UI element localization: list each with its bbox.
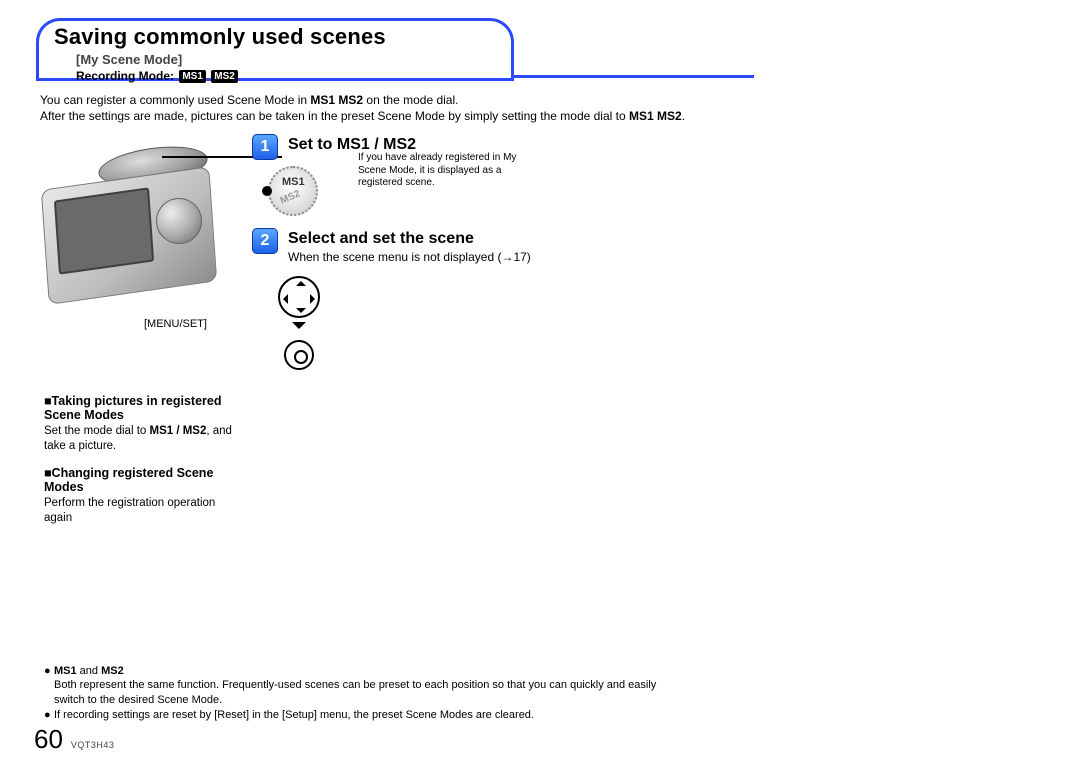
page-title: Saving commonly used scenes [54, 24, 496, 50]
dpad-down-icon [296, 308, 306, 318]
step-1-title-ms: MS1 / MS2 [337, 136, 416, 153]
note1-body: Both represent the same function. Freque… [54, 679, 656, 706]
taking-pictures-heading: ■Taking pictures in registered Scene Mod… [44, 394, 244, 422]
mode-dial-illustration: MS1 MS2 [268, 166, 318, 216]
taking-pictures-ms: MS1 / MS2 [149, 425, 206, 437]
camera-screen-icon [54, 188, 154, 275]
recording-mode-text: Recording Mode: [76, 69, 174, 83]
intro-line2: After the settings are made, pictures ca… [40, 109, 629, 123]
dpad-left-icon [278, 294, 288, 304]
step-1-title-a: Set to [288, 136, 337, 153]
ok-button-icon [284, 340, 314, 370]
mode-chip-ms2: MS2 [211, 70, 238, 83]
intro-paragraph: You can register a commonly used Scene M… [36, 92, 736, 124]
camera-illustration [36, 138, 236, 338]
left-notes-column: ■Taking pictures in registered Scene Mod… [44, 388, 244, 526]
note1-ms1: MS1 [54, 665, 77, 677]
step-2-badge: 2 [252, 228, 278, 254]
page-subtitle: [My Scene Mode] [54, 50, 496, 67]
step-1-badge: 1 [252, 134, 278, 160]
dpad-icon [278, 276, 320, 318]
page-footer: 60 VQT3H43 [34, 724, 114, 755]
bullet-icon: ● [44, 664, 54, 709]
intro-ms2: MS1 MS2 [629, 109, 682, 123]
note1-ms2: MS2 [101, 665, 124, 677]
changing-modes-heading: ■Changing registered Scene Modes [44, 466, 244, 494]
step-2: 2 Select and set the scene When the scen… [252, 228, 531, 264]
menu-set-label: [MENU/SET] [144, 318, 207, 330]
mode-dial-ms1-label: MS1 [282, 176, 305, 188]
navigation-pad-illustration [276, 276, 322, 370]
changing-modes-body: Perform the registration operation again [44, 496, 244, 526]
page-number: 60 [34, 724, 63, 755]
title-rule-extension [514, 75, 754, 78]
intro-line2-end: . [682, 109, 685, 123]
taking-pictures-body: Set the mode dial to MS1 / MS2, and take… [44, 424, 244, 454]
intro-line1a: You can register a commonly used Scene M… [40, 93, 310, 107]
intro-ms1: MS1 MS2 [310, 93, 363, 107]
arrow-down-icon [292, 322, 306, 336]
footer-notes: ● MS1 and MS2 Both represent the same fu… [44, 664, 684, 723]
recording-mode-label: Recording Mode: MS1 MS2 [54, 67, 496, 89]
dpad-right-icon [310, 294, 320, 304]
note1-and: and [77, 665, 101, 677]
bullet-icon: ● [44, 708, 54, 723]
note2-body: If recording settings are reset by [Rese… [54, 708, 684, 723]
step-2-title: Select and set the scene [288, 230, 531, 248]
taking-pictures-a: Set the mode dial to [44, 425, 149, 437]
step-2-subtext: When the scene menu is not displayed (→1… [288, 250, 531, 264]
step-1-note: If you have already registered in My Sce… [358, 152, 538, 190]
title-bar: Saving commonly used scenes [My Scene Mo… [36, 18, 736, 88]
document-code: VQT3H43 [71, 740, 115, 750]
intro-line1b: on the mode dial. [363, 93, 458, 107]
mode-chip-ms1: MS1 [179, 70, 206, 83]
dpad-up-icon [296, 276, 306, 286]
